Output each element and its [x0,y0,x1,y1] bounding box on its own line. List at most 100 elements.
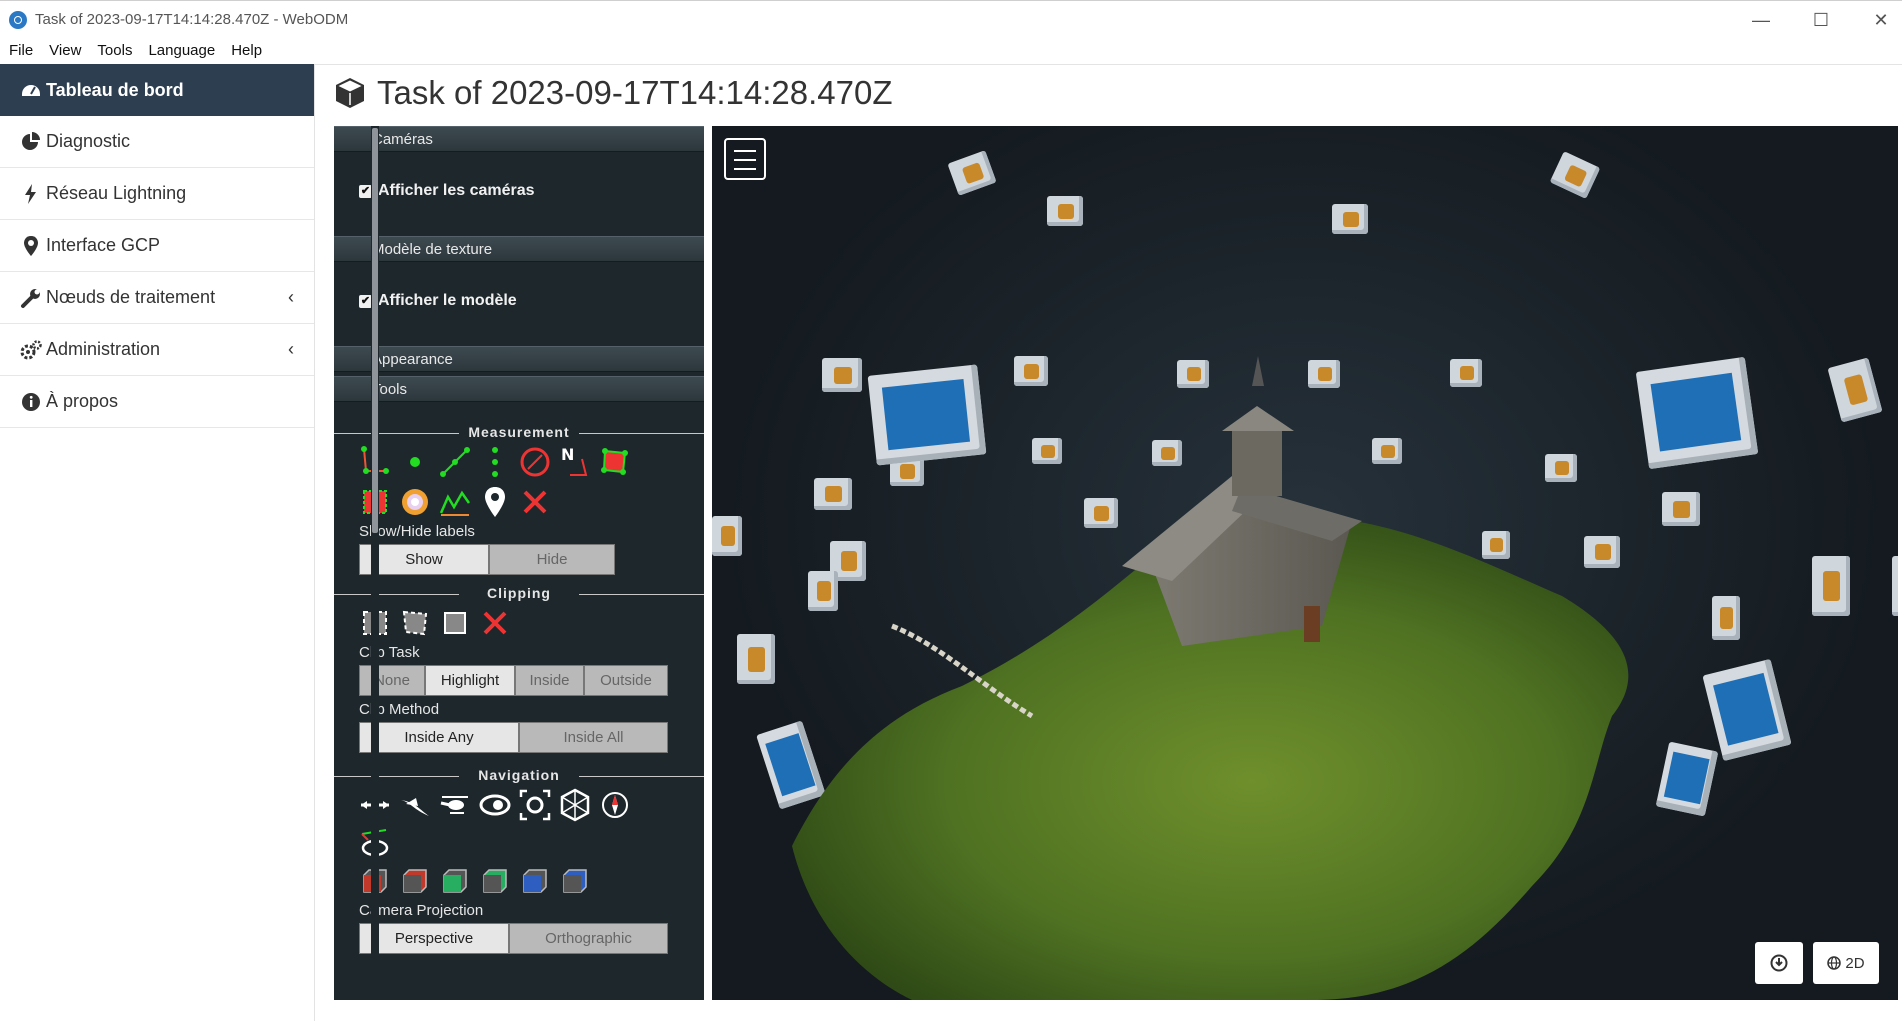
bottom-view-icon[interactable] [558,864,592,898]
distance-measure-icon[interactable] [438,445,472,479]
gears-icon [20,340,42,360]
sidebar: Tableau de bord Diagnostic Réseau Lightn… [0,64,315,1021]
bolt-icon [25,184,36,204]
window-title: Task of 2023-09-17T14:14:28.470Z - WebOD… [35,11,349,28]
orthographic-button[interactable]: Orthographic [509,923,668,954]
page-title-text: Task of 2023-09-17T14:14:28.470Z [377,74,893,111]
sidebar-item-about[interactable]: À propos [0,376,314,428]
measurement-tools-row-2 [334,482,704,522]
compass-icon[interactable] [598,788,632,822]
clip-method-inside-any-button[interactable]: Inside Any [359,722,519,753]
clip-task-outside-button[interactable]: Outside [584,665,668,696]
clip-method-group: Inside Any Inside All [359,722,704,753]
minimize-button[interactable]: — [1741,7,1781,33]
clipping-tools-row [334,603,704,643]
show-cameras-checkbox[interactable]: ✔ Afficher les caméras [359,182,535,200]
pie-chart-icon [22,132,40,150]
download-button[interactable] [1755,942,1803,984]
sidebar-item-administration[interactable]: Administration ‹ [0,324,314,376]
sidebar-item-processing-nodes[interactable]: Nœuds de traitement ‹ [0,272,314,324]
switch-2d-label: 2D [1845,954,1865,972]
clip-task-inside-button[interactable]: Inside [515,665,584,696]
texture-model-header[interactable]: Modèle de texture [334,236,704,262]
switch-2d-button[interactable]: 2D [1813,942,1879,984]
chevron-left-icon: ‹ [288,339,294,359]
clip-method-label: Clip Method [359,701,440,718]
wrench-icon [21,289,40,308]
orbit-controls-icon[interactable] [478,788,512,822]
clip-method-inside-all-button[interactable]: Inside All [519,722,668,753]
circle-measure-icon[interactable] [518,445,552,479]
remove-clipping-icon[interactable] [478,606,512,640]
sidebar-item-lightning[interactable]: Réseau Lightning [0,168,314,220]
appearance-header[interactable]: Appearance [334,346,704,372]
height-measure-icon[interactable] [478,445,512,479]
dashboard-icon [22,85,40,96]
clipping-section-title: Clipping [334,585,704,603]
back-view-icon[interactable] [478,864,512,898]
annotation-marker-icon[interactable] [478,485,512,519]
sidebar-item-diagnostic[interactable]: Diagnostic [0,116,314,168]
sidebar-item-label: Interface GCP [46,235,161,255]
window-title-bar: Task of 2023-09-17T14:14:28.470Z - WebOD… [0,0,1902,38]
hamburger-line [734,150,756,152]
show-model-label: Afficher le modèle [378,292,517,309]
tools-header[interactable]: Tools [334,376,704,402]
camera-projection-label: Camera Projection [359,902,484,919]
clip-screen-box-icon[interactable] [438,606,472,640]
menu-hamburger-button[interactable] [724,138,766,180]
full-extent-icon[interactable] [558,788,592,822]
top-view-icon[interactable] [518,864,552,898]
sidebar-item-label: Tableau de bord [46,79,184,100]
labels-toggle-title: Show/Hide labels [359,523,475,540]
navigation-tools-row-1 [334,785,704,825]
menu-language[interactable]: Language [139,38,222,59]
map-marker-icon [24,236,38,256]
labels-toggle-group: Show Hide [359,544,704,575]
sidebar-item-label: Diagnostic [46,131,131,151]
navigation-tools-row-2 [334,825,704,861]
globe-icon [1827,956,1842,970]
maximize-button[interactable]: ☐ [1801,7,1841,33]
area-measure-icon[interactable] [598,445,632,479]
svg-text:N: N [561,445,574,464]
menu-tools[interactable]: Tools [88,38,139,59]
fly-controls-icon[interactable] [398,788,432,822]
hamburger-line [734,168,756,170]
measurement-section-title: Measurement [334,424,704,442]
sidebar-item-label: À propos [46,391,119,411]
cameras-header[interactable]: Caméras [334,126,704,152]
3d-viewport[interactable]: 2D [712,126,1898,1000]
hide-labels-button[interactable]: Hide [489,544,615,575]
clip-task-highlight-button[interactable]: Highlight [425,665,515,696]
front-view-icon[interactable] [438,864,472,898]
panel-scrollbar[interactable] [371,126,379,1000]
chevron-left-icon: ‹ [288,287,294,307]
clip-polygon-icon[interactable] [398,606,432,640]
info-icon [22,393,40,411]
sphere-volume-icon[interactable] [398,485,432,519]
panel-scrollbar-thumb[interactable] [372,128,378,533]
webodm-app-icon [9,11,27,29]
navigation-section-title: Navigation [334,767,704,785]
measurement-tools-row-1: N [334,442,704,482]
menu-file[interactable]: File [0,38,40,59]
azimuth-measure-icon[interactable]: N [558,445,592,479]
close-button[interactable]: ✕ [1861,7,1901,33]
height-profile-icon[interactable] [438,485,472,519]
point-measure-icon[interactable] [398,445,432,479]
show-cameras-label: Afficher les caméras [378,182,535,199]
menu-view[interactable]: View [40,38,88,59]
sidebar-item-dashboard[interactable]: Tableau de bord [0,64,314,116]
right-view-icon[interactable] [398,864,432,898]
remove-measurements-icon[interactable] [518,485,552,519]
focus-controls-icon[interactable] [518,788,552,822]
sidebar-item-label: Réseau Lightning [46,183,187,203]
helicopter-controls-icon[interactable] [438,788,472,822]
menu-help[interactable]: Help [222,38,269,59]
sidebar-item-gcp[interactable]: Interface GCP [0,220,314,272]
clip-task-none-button[interactable]: None [359,665,425,696]
perspective-button[interactable]: Perspective [359,923,509,954]
download-icon [1770,954,1788,972]
show-model-checkbox[interactable]: ✔ Afficher le modèle [359,292,517,310]
